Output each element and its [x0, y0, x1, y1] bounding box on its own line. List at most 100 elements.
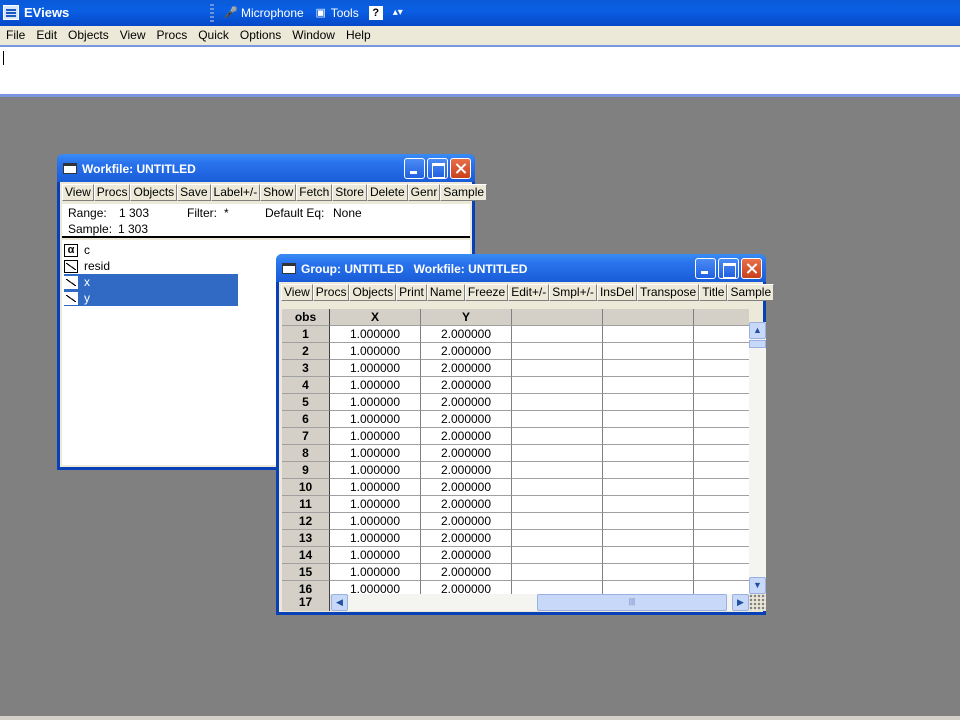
maximize-button[interactable]	[427, 158, 448, 179]
grp-insdel-button[interactable]: InsDel	[596, 284, 637, 301]
x-cell[interactable]: 1.000000	[330, 377, 421, 394]
horizontal-scroll-thumb[interactable]: |||	[537, 594, 727, 611]
x-cell[interactable]: 1.000000	[330, 564, 421, 581]
help-icon[interactable]: ?	[368, 6, 383, 20]
empty-cell[interactable]	[603, 581, 694, 594]
maximize-button[interactable]	[718, 258, 739, 279]
grp-print-button[interactable]: Print	[396, 284, 427, 301]
wf-view-button[interactable]: View	[62, 184, 94, 201]
empty-cell[interactable]	[512, 513, 603, 530]
scroll-down-icon[interactable]: ▼	[749, 577, 766, 594]
empty-cell[interactable]	[694, 462, 749, 479]
empty-cell[interactable]	[603, 428, 694, 445]
empty-cell[interactable]	[694, 564, 749, 581]
empty-cell[interactable]	[603, 479, 694, 496]
minimize-button[interactable]	[404, 158, 425, 179]
y-cell[interactable]: 2.000000	[421, 428, 512, 445]
y-cell[interactable]: 2.000000	[421, 343, 512, 360]
column-header-x[interactable]: X	[330, 309, 421, 326]
wf-show-button[interactable]: Show	[260, 184, 297, 201]
empty-cell[interactable]	[512, 496, 603, 513]
grp-transpose-button[interactable]: Transpose	[636, 284, 700, 301]
empty-cell[interactable]	[694, 496, 749, 513]
column-header-empty[interactable]	[512, 309, 603, 326]
empty-cell[interactable]	[694, 513, 749, 530]
spreadsheet-grid[interactable]: obs X Y 1 1.000000 2.000000 2 1.000000 2.0000…	[282, 309, 749, 594]
empty-cell[interactable]	[603, 411, 694, 428]
scroll-up-icon[interactable]: ▲	[749, 322, 766, 339]
empty-cell[interactable]	[512, 394, 603, 411]
y-cell[interactable]: 2.000000	[421, 377, 512, 394]
grp-objects-button[interactable]: Objects	[349, 284, 397, 301]
object-resid[interactable]: resid	[64, 258, 238, 274]
empty-cell[interactable]	[694, 360, 749, 377]
menu-help[interactable]: Help	[340, 26, 376, 45]
menu-file[interactable]: File	[0, 26, 30, 45]
empty-cell[interactable]	[694, 411, 749, 428]
menu-options[interactable]: Options	[234, 26, 286, 45]
empty-cell[interactable]	[512, 479, 603, 496]
group-titlebar[interactable]: Group: UNTITLED Workfile: UNTITLED	[276, 254, 766, 282]
wf-sample-button[interactable]: Sample	[440, 184, 488, 201]
y-cell[interactable]: 2.000000	[421, 360, 512, 377]
x-cell[interactable]: 1.000000	[330, 581, 421, 594]
empty-cell[interactable]	[694, 581, 749, 594]
empty-cell[interactable]	[512, 343, 603, 360]
empty-cell[interactable]	[603, 530, 694, 547]
empty-cell[interactable]	[512, 530, 603, 547]
x-cell[interactable]: 1.000000	[330, 394, 421, 411]
empty-cell[interactable]	[694, 479, 749, 496]
empty-cell[interactable]	[694, 445, 749, 462]
horizontal-scrollbar[interactable]: ◀ ||| ▶	[331, 594, 749, 611]
empty-cell[interactable]	[694, 343, 749, 360]
empty-cell[interactable]	[694, 428, 749, 445]
grp-title-button[interactable]: Title	[699, 284, 728, 301]
y-cell[interactable]: 2.000000	[421, 326, 512, 343]
empty-cell[interactable]	[694, 394, 749, 411]
y-cell[interactable]: 2.000000	[421, 394, 512, 411]
empty-cell[interactable]	[603, 326, 694, 343]
empty-cell[interactable]	[603, 513, 694, 530]
x-cell[interactable]: 1.000000	[330, 530, 421, 547]
minimize-button[interactable]	[695, 258, 716, 279]
x-cell[interactable]: 1.000000	[330, 547, 421, 564]
y-cell[interactable]: 2.000000	[421, 564, 512, 581]
menu-window[interactable]: Window	[286, 26, 340, 45]
empty-cell[interactable]	[603, 547, 694, 564]
y-cell[interactable]: 2.000000	[421, 547, 512, 564]
empty-cell[interactable]	[512, 445, 603, 462]
y-cell[interactable]: 2.000000	[421, 496, 512, 513]
empty-cell[interactable]	[512, 411, 603, 428]
y-cell[interactable]: 2.000000	[421, 530, 512, 547]
filter-value[interactable]: *	[224, 206, 229, 220]
y-cell[interactable]: 2.000000	[421, 513, 512, 530]
x-cell[interactable]: 1.000000	[330, 411, 421, 428]
close-button[interactable]	[450, 158, 471, 179]
grp-view-button[interactable]: View	[281, 284, 313, 301]
empty-cell[interactable]	[512, 581, 603, 594]
vertical-scroll-thumb[interactable]	[749, 340, 766, 348]
y-cell[interactable]: 2.000000	[421, 411, 512, 428]
empty-cell[interactable]	[694, 326, 749, 343]
x-cell[interactable]: 1.000000	[330, 496, 421, 513]
y-cell[interactable]: 2.000000	[421, 581, 512, 594]
grp-edit-button[interactable]: Edit+/-	[508, 284, 550, 301]
x-cell[interactable]: 1.000000	[330, 326, 421, 343]
close-button[interactable]	[741, 258, 762, 279]
resize-grip-icon[interactable]	[749, 594, 766, 611]
grp-sample-button[interactable]: Sample	[727, 284, 775, 301]
x-cell[interactable]: 1.000000	[330, 513, 421, 530]
column-header-y[interactable]: Y	[421, 309, 512, 326]
x-cell[interactable]: 1.000000	[330, 360, 421, 377]
grp-freeze-button[interactable]: Freeze	[464, 284, 509, 301]
menu-edit[interactable]: Edit	[30, 26, 62, 45]
object-x[interactable]: x	[64, 274, 238, 290]
y-cell[interactable]: 2.000000	[421, 462, 512, 479]
wf-objects-button[interactable]: Objects	[130, 184, 178, 201]
command-window[interactable]	[0, 45, 960, 97]
grp-procs-button[interactable]: Procs	[312, 284, 350, 301]
wf-label-button[interactable]: Label+/-	[210, 184, 261, 201]
empty-cell[interactable]	[512, 428, 603, 445]
column-header-empty[interactable]	[603, 309, 694, 326]
scroll-right-icon[interactable]: ▶	[732, 594, 749, 611]
